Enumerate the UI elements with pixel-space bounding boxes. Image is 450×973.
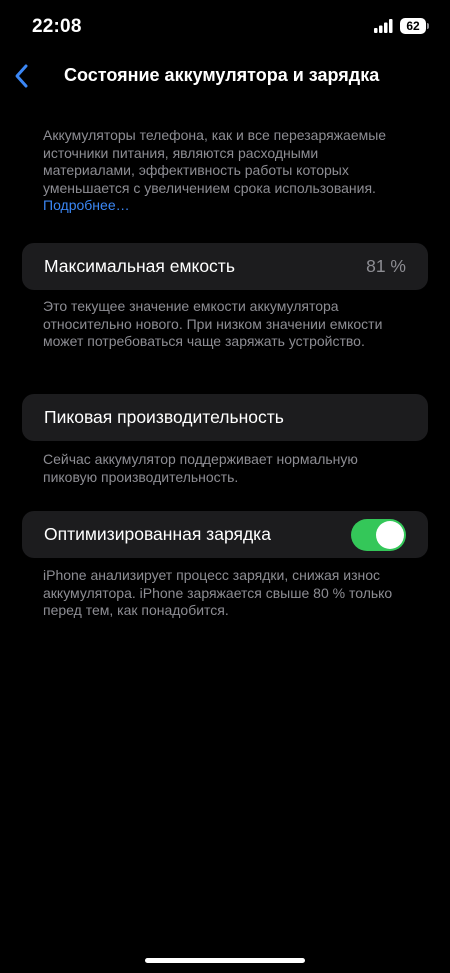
intro-description: Аккумуляторы телефона, как и все перезар…: [43, 127, 403, 215]
max-capacity-description: Это текущее значение емкости аккумулятор…: [43, 298, 383, 350]
optimized-charging-description: iPhone анализирует процесс зарядки, сниж…: [43, 567, 393, 619]
max-capacity-label: Максимальная емкость: [44, 256, 235, 276]
battery-tip: [427, 23, 429, 29]
max-capacity-value: 81 %: [366, 256, 406, 276]
status-bar: 22:08 62: [0, 0, 450, 54]
home-indicator[interactable]: [145, 958, 305, 963]
intro-text: Аккумуляторы телефона, как и все перезар…: [43, 127, 387, 196]
status-time: 22:08: [32, 16, 82, 37]
optimized-charging-toggle[interactable]: [351, 519, 406, 551]
peak-performance-row[interactable]: Пиковая производительность: [22, 394, 428, 441]
battery-icon: 62: [400, 18, 430, 34]
cellular-signal-icon: [374, 19, 393, 33]
optimized-charging-row: Оптимизированная зарядка: [22, 511, 428, 558]
peak-performance-description: Сейчас аккумулятор поддерживает нормальн…: [43, 451, 358, 485]
learn-more-link[interactable]: Подробнее…: [43, 197, 130, 213]
back-chevron-icon[interactable]: [10, 62, 34, 90]
peak-performance-label: Пиковая производительность: [44, 407, 284, 427]
navigation-bar: Состояние аккумулятора и зарядка: [0, 54, 450, 98]
page-title: Состояние аккумулятора и зарядка: [64, 65, 380, 85]
battery-level: 62: [400, 18, 426, 34]
optimized-charging-label: Оптимизированная зарядка: [44, 524, 271, 544]
max-capacity-row: Максимальная емкость 81 %: [22, 243, 428, 290]
toggle-knob: [376, 521, 404, 549]
